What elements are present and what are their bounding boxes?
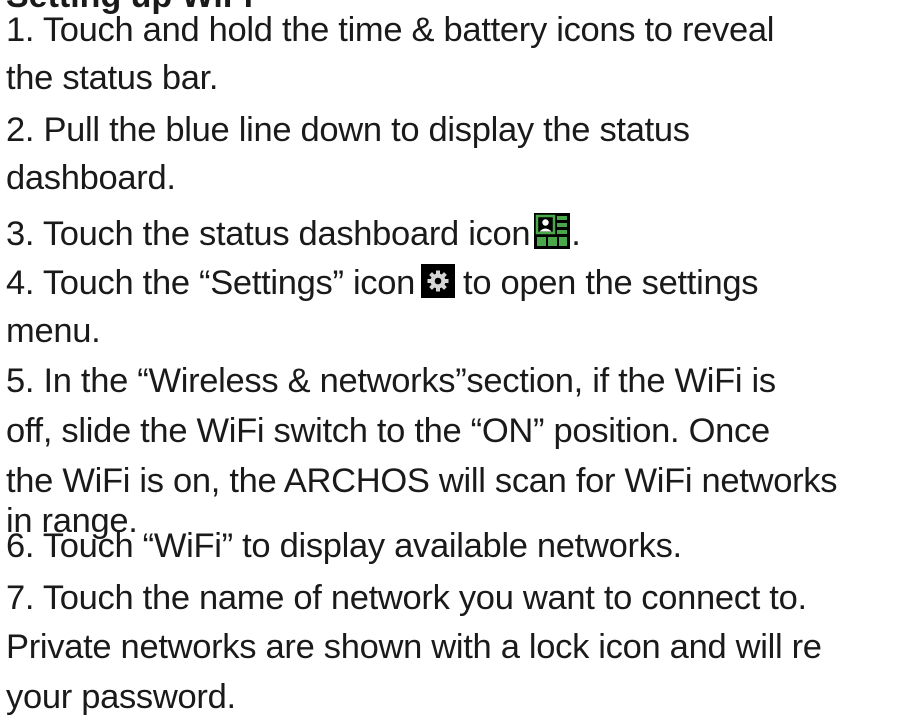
settings-gear-icon bbox=[421, 264, 456, 298]
status-dashboard-icon bbox=[534, 213, 571, 249]
step-1-line-1: 1. Touch and hold the time & battery ico… bbox=[6, 11, 775, 49]
step-4-text-before: 4. Touch the “Settings” icon bbox=[6, 264, 416, 302]
step-5-line-3: the WiFi is on, the ARCHOS will scan for… bbox=[6, 462, 838, 500]
step-3-period: . bbox=[571, 215, 581, 253]
step-3-text: 3. Touch the status dashboard icon bbox=[6, 215, 531, 253]
step-5-line-1: 5. In the “Wireless & networks”section, … bbox=[6, 362, 776, 400]
step-4-text-after: to open the settings bbox=[463, 264, 759, 302]
step-5-line-2: off, slide the WiFi switch to the “ON” p… bbox=[6, 412, 770, 450]
step-2-line-2: dashboard. bbox=[6, 159, 176, 197]
step-3-line: 3. Touch the status dashboard icon. bbox=[6, 213, 581, 252]
instruction-page: Setting up WiFi 1. Touch and hold the ti… bbox=[0, 0, 917, 722]
step-7-line-3: your password. bbox=[6, 678, 236, 716]
step-4-line-1: 4. Touch the “Settings” icon to open the … bbox=[6, 264, 758, 301]
step-1-line-2: the status bar. bbox=[6, 59, 219, 97]
step-4-line-2: menu. bbox=[6, 312, 101, 350]
step-7-line-2: Private networks are shown with a lock i… bbox=[6, 628, 822, 666]
step-7-line-1: 7. Touch the name of network you want to… bbox=[6, 579, 807, 617]
step-6-line: 6. Touch “WiFi” to display available net… bbox=[6, 527, 682, 565]
step-2-line-1: 2. Pull the blue line down to display th… bbox=[6, 111, 690, 149]
